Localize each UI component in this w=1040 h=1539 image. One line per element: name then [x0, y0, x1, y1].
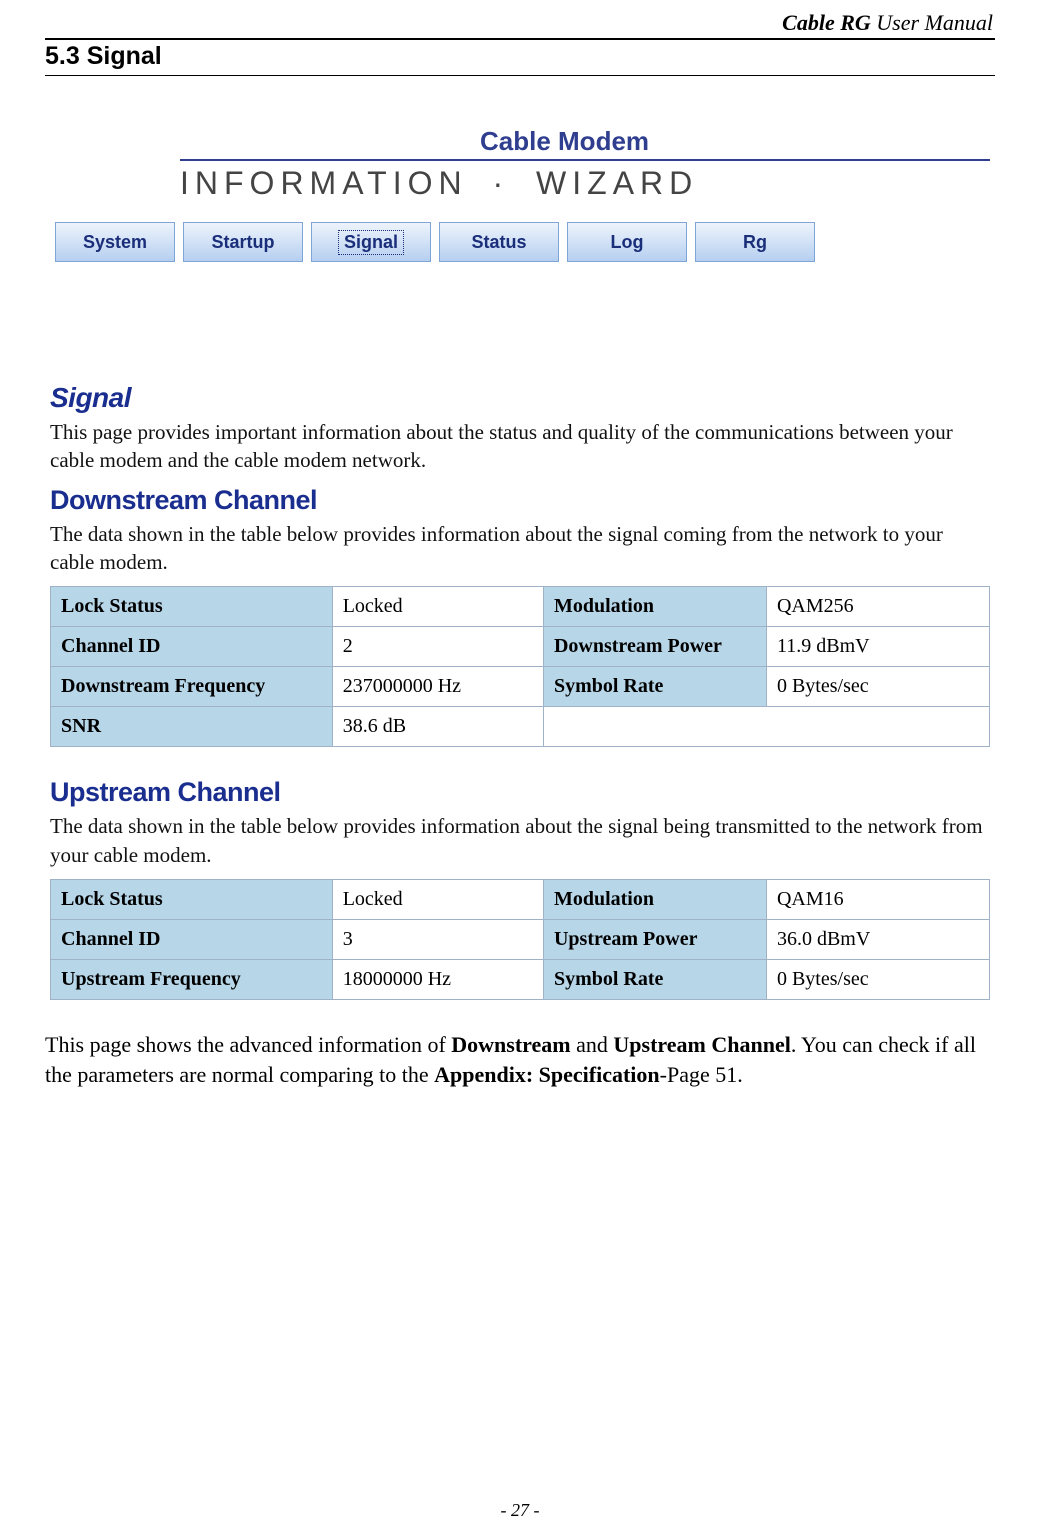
- row-value: 3: [332, 920, 543, 960]
- row-value: 36.0 dBmV: [766, 920, 989, 960]
- row-label: Upstream Power: [543, 920, 766, 960]
- row-value: QAM16: [766, 880, 989, 920]
- table-row: Channel ID3Upstream Power36.0 dBmV: [51, 920, 990, 960]
- downstream-title: Downstream Channel: [50, 485, 990, 516]
- row-label: Downstream Power: [543, 627, 766, 667]
- brand-info: INFORMATION: [180, 165, 468, 201]
- signal-desc: This page provides important information…: [50, 418, 990, 475]
- caption-b2: Upstream Channel: [613, 1032, 790, 1057]
- row-label: Symbol Rate: [543, 667, 766, 707]
- caption-paragraph: This page shows the advanced information…: [45, 1030, 995, 1089]
- brand-bottom: INFORMATION · WIZARD: [180, 165, 990, 202]
- tab-label: System: [83, 232, 147, 253]
- signal-title: Signal: [50, 382, 990, 414]
- tab-label: Rg: [743, 232, 767, 253]
- row-value: Locked: [332, 880, 543, 920]
- row-value: 38.6 dB: [332, 707, 543, 747]
- row-label: [543, 707, 989, 747]
- row-label: Channel ID: [51, 627, 333, 667]
- tab-signal[interactable]: Signal: [311, 222, 431, 262]
- downstream-table: Lock StatusLockedModulationQAM256Channel…: [50, 586, 990, 747]
- caption-t1: This page shows the advanced information…: [45, 1032, 451, 1057]
- row-label: Modulation: [543, 587, 766, 627]
- row-value: 237000000 Hz: [332, 667, 543, 707]
- upstream-table: Lock StatusLockedModulationQAM16Channel …: [50, 879, 990, 1000]
- brand-wizard: WIZARD: [536, 165, 698, 201]
- section-heading: 5.3 Signal: [45, 42, 995, 76]
- upstream-title: Upstream Channel: [50, 777, 990, 808]
- page-header: Cable RG User Manual: [45, 10, 995, 40]
- row-label: Lock Status: [51, 880, 333, 920]
- row-label: Modulation: [543, 880, 766, 920]
- row-label: Upstream Frequency: [51, 960, 333, 1000]
- table-row: Upstream Frequency18000000 HzSymbol Rate…: [51, 960, 990, 1000]
- upstream-desc: The data shown in the table below provid…: [50, 812, 990, 869]
- table-row: Lock StatusLockedModulationQAM16: [51, 880, 990, 920]
- row-label: Downstream Frequency: [51, 667, 333, 707]
- tab-rg[interactable]: Rg: [695, 222, 815, 262]
- caption-b3: Appendix: Specification: [434, 1062, 660, 1087]
- caption-t2: and: [571, 1032, 614, 1057]
- tab-label: Status: [471, 232, 526, 253]
- row-label: Lock Status: [51, 587, 333, 627]
- row-value: 11.9 dBmV: [766, 627, 989, 667]
- tab-label: Log: [611, 232, 644, 253]
- row-value: 0 Bytes/sec: [766, 667, 989, 707]
- brand-dot: ·: [493, 165, 512, 201]
- row-label: SNR: [51, 707, 333, 747]
- tab-label: Startup: [212, 232, 275, 253]
- header-suffix: User Manual: [876, 10, 993, 35]
- row-value: 0 Bytes/sec: [766, 960, 989, 1000]
- row-value: 2: [332, 627, 543, 667]
- page-footer: - 27 -: [0, 1500, 1040, 1521]
- table-row: Downstream Frequency237000000 HzSymbol R…: [51, 667, 990, 707]
- row-value: QAM256: [766, 587, 989, 627]
- tab-log[interactable]: Log: [567, 222, 687, 262]
- tab-status[interactable]: Status: [439, 222, 559, 262]
- downstream-desc: The data shown in the table below provid…: [50, 520, 990, 577]
- table-row: Lock StatusLockedModulationQAM256: [51, 587, 990, 627]
- brand-top: Cable Modem: [180, 126, 990, 161]
- table-row: SNR38.6 dB: [51, 707, 990, 747]
- tab-startup[interactable]: Startup: [183, 222, 303, 262]
- row-label: Symbol Rate: [543, 960, 766, 1000]
- row-value: Locked: [332, 587, 543, 627]
- caption-t4: -Page 51.: [660, 1062, 743, 1087]
- brand-banner: Cable Modem INFORMATION · WIZARD: [180, 126, 990, 202]
- caption-b1: Downstream: [451, 1032, 570, 1057]
- table-row: Channel ID2Downstream Power11.9 dBmV: [51, 627, 990, 667]
- tab-label: Signal: [338, 230, 404, 255]
- tab-system[interactable]: System: [55, 222, 175, 262]
- header-product: Cable RG: [782, 10, 871, 35]
- row-label: Channel ID: [51, 920, 333, 960]
- nav-tabs: System Startup Signal Status Log Rg: [55, 222, 990, 262]
- row-value: 18000000 Hz: [332, 960, 543, 1000]
